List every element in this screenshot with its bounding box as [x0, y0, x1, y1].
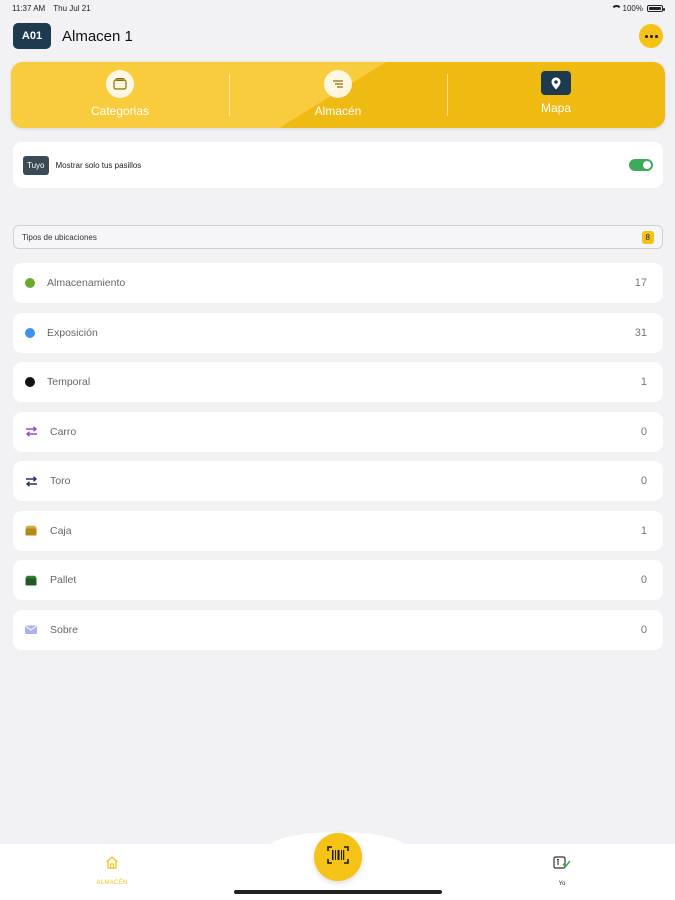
nav-item-yo[interactable]: Yo — [532, 856, 592, 887]
list-item-sobre[interactable]: Sobre 0 — [13, 609, 663, 650]
nav-item-almacen[interactable]: ALMACÉN — [80, 856, 144, 886]
task-check-icon — [553, 856, 571, 875]
list-item-carro[interactable]: Carro 0 — [13, 411, 663, 452]
row-count: 0 — [640, 574, 647, 586]
tab-almacen[interactable]: Almacén — [229, 62, 447, 128]
row-count: 17 — [634, 277, 647, 289]
section-title: Tipos de ubicaciones — [22, 232, 97, 242]
own-aisles-toggle[interactable] — [629, 159, 653, 171]
status-right: 100% — [610, 4, 665, 13]
row-label: Temporal — [47, 376, 91, 388]
list-item-temporal[interactable]: Temporal 1 — [13, 362, 663, 402]
nav-label: Yo — [558, 881, 566, 887]
battery-percent: 100% — [622, 4, 643, 13]
black-dot-icon — [25, 377, 35, 387]
more-options-button[interactable] — [639, 24, 663, 48]
row-count: 1 — [640, 376, 647, 388]
tab-label: Almacén — [314, 104, 362, 118]
list-item-almacenamiento[interactable]: Almacenamiento 17 — [13, 263, 663, 303]
row-label: Carro — [50, 425, 77, 438]
filter-label: Mostrar solo tus pasillos — [55, 160, 142, 170]
swap-arrows-icon — [24, 426, 38, 438]
row-label: Pallet — [50, 574, 77, 586]
row-label: Caja — [50, 524, 72, 537]
dot-icon — [644, 34, 648, 38]
row-label: Almacenamiento — [47, 277, 126, 289]
status-bar: 11:37 AM Thu Jul 21 100% — [0, 0, 675, 16]
tab-categorias[interactable]: Categorias — [11, 62, 229, 128]
envelope-icon — [24, 624, 38, 636]
nav-label: ALMACÉN — [96, 880, 128, 886]
swap-arrows-icon — [24, 475, 38, 487]
view-tabs: Categorias Almacén Mapa — [11, 62, 665, 128]
home-icon — [105, 856, 119, 874]
row-count: 0 — [640, 475, 647, 487]
scan-barcode-button[interactable] — [314, 833, 362, 881]
barcode-scan-icon — [327, 845, 349, 869]
row-label: Exposición — [47, 326, 98, 339]
row-count: 1 — [640, 524, 647, 537]
list-item-caja[interactable]: Caja 1 — [13, 510, 663, 551]
row-label: Toro — [50, 475, 71, 487]
row-count: 31 — [634, 326, 647, 339]
box-icon — [24, 525, 38, 537]
dot-icon — [649, 34, 653, 38]
wifi-icon — [610, 5, 622, 12]
home-indicator[interactable] — [234, 890, 442, 894]
tab-label: Categorias — [90, 104, 150, 118]
warehouse-code-badge[interactable]: A01 — [13, 23, 51, 49]
box-icon — [24, 574, 38, 586]
row-count: 0 — [640, 425, 647, 438]
status-time: 11:37 AM — [12, 4, 46, 13]
tuyo-badge: Tuyo — [23, 155, 49, 175]
location-types-list: Almacenamiento 17 Exposición 31 Temporal… — [13, 263, 663, 659]
list-item-toro[interactable]: Toro 0 — [13, 461, 663, 501]
count-badge: 8 — [641, 230, 654, 244]
battery-icon — [647, 5, 665, 12]
wallet-icon — [106, 70, 134, 98]
row-label: Sobre — [50, 623, 79, 636]
row-count: 0 — [640, 623, 647, 636]
location-types-header[interactable]: Tipos de ubicaciones 8 — [13, 225, 663, 249]
list-item-pallet[interactable]: Pallet 0 — [13, 560, 663, 600]
list-item-exposicion[interactable]: Exposición 31 — [13, 312, 663, 353]
status-left: 11:37 AM Thu Jul 21 — [12, 4, 97, 13]
tab-label: Mapa — [540, 101, 572, 115]
dot-icon — [654, 34, 658, 38]
own-aisles-filter: Tuyo Mostrar solo tus pasillos — [13, 142, 663, 188]
page-title: Almacen 1 — [62, 27, 133, 45]
green-dot-icon — [25, 278, 35, 288]
status-date: Thu Jul 21 — [53, 4, 91, 13]
blue-dot-icon — [25, 327, 35, 338]
header: A01 Almacen 1 — [13, 22, 663, 50]
list-icon — [324, 70, 352, 98]
tab-mapa[interactable]: Mapa — [447, 62, 665, 128]
map-pin-icon — [541, 71, 571, 95]
